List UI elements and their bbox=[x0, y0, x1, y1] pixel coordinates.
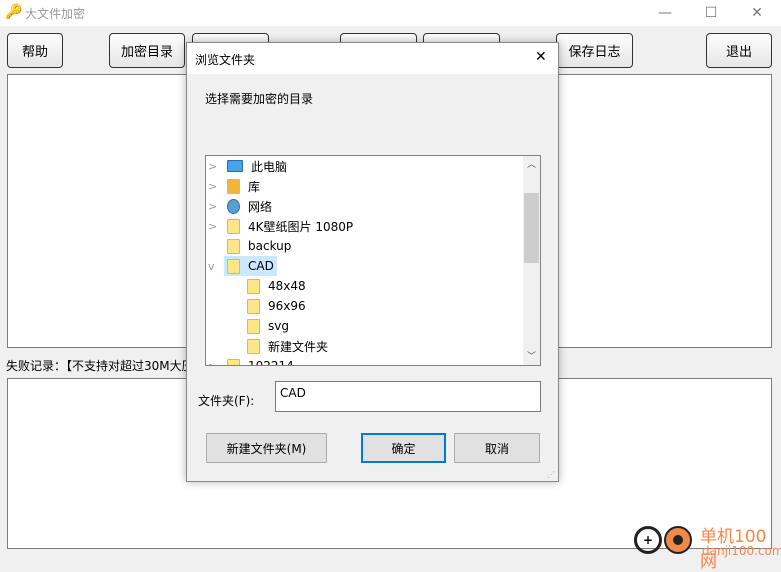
network-icon bbox=[227, 198, 240, 214]
scroll-down-arrow[interactable]: ﹀ bbox=[527, 349, 536, 362]
tree-item-label: 网络 bbox=[248, 199, 273, 214]
folder-icon bbox=[247, 338, 260, 354]
tree-item-label: backup bbox=[248, 239, 292, 253]
encrypt-directory-button[interactable]: 加密目录 bbox=[109, 33, 185, 68]
tree-item-label: CAD bbox=[248, 259, 274, 273]
chevron-right-icon[interactable]: > bbox=[208, 180, 218, 193]
tree-scrollbar[interactable]: ︿ ﹀ bbox=[523, 156, 540, 365]
folder-label: 文件夹(F): bbox=[198, 394, 255, 408]
cancel-button[interactable]: 取消 bbox=[454, 433, 540, 463]
close-button[interactable]: ✕ bbox=[734, 0, 780, 26]
tree-item[interactable]: 96x96 bbox=[206, 296, 524, 316]
tree-item[interactable]: 48x48 bbox=[206, 276, 524, 296]
new-folder-button[interactable]: 新建文件夹(M) bbox=[206, 433, 327, 463]
folder-tree[interactable]: ︿ ﹀ > 此电脑 > 库 > 网络 >4K壁纸图片 1080P backup v CAD 48x4… bbox=[205, 155, 541, 366]
folder-icon bbox=[227, 258, 240, 274]
watermark-url: danji100.com bbox=[702, 544, 781, 558]
tree-item[interactable]: >4K壁纸图片 1080P bbox=[206, 216, 524, 236]
folder-icon bbox=[247, 278, 260, 294]
library-icon bbox=[227, 178, 240, 194]
watermark: + 单机100网 danji100.com bbox=[632, 520, 781, 572]
chevron-right-icon[interactable]: > bbox=[208, 360, 218, 366]
tree-item[interactable]: 新建文件夹 bbox=[206, 336, 524, 356]
chevron-right-icon[interactable]: > bbox=[208, 220, 218, 233]
tree-item[interactable]: > 库 bbox=[206, 176, 524, 196]
folder-icon bbox=[247, 298, 260, 314]
tree-item[interactable]: > 此电脑 bbox=[206, 156, 524, 176]
watermark-disc-icon bbox=[664, 526, 692, 554]
tree-item[interactable]: svg bbox=[206, 316, 524, 336]
save-log-button[interactable]: 保存日志 bbox=[556, 33, 633, 68]
tree-item[interactable]: >102214 bbox=[206, 356, 524, 366]
dialog-close-button[interactable]: ✕ bbox=[535, 49, 547, 65]
tree-item-label: 4K壁纸图片 1080P bbox=[248, 219, 354, 234]
scroll-thumb[interactable] bbox=[524, 193, 539, 263]
app-key-icon: 🔑 bbox=[5, 4, 23, 20]
dialog-prompt: 选择需要加密的目录 bbox=[205, 92, 314, 106]
ok-button[interactable]: 确定 bbox=[361, 433, 446, 463]
tree-item-label: 96x96 bbox=[268, 299, 306, 313]
tree-item-label: 48x48 bbox=[268, 279, 306, 293]
maximize-button[interactable]: ☐ bbox=[688, 0, 734, 26]
scroll-up-arrow[interactable]: ︿ bbox=[527, 157, 536, 170]
tree-item-label: 此电脑 bbox=[251, 159, 288, 174]
folder-icon bbox=[227, 218, 240, 234]
dialog-title: 浏览文件夹 bbox=[195, 53, 256, 67]
chevron-right-icon[interactable]: > bbox=[208, 200, 218, 213]
chevron-right-icon[interactable]: > bbox=[208, 160, 218, 173]
browse-folder-dialog: 浏览文件夹 ✕ 选择需要加密的目录 ︿ ﹀ > 此电脑 > 库 > 网络 >4K壁纸图片 1… bbox=[186, 42, 559, 482]
tree-item-label: 102214 bbox=[248, 359, 294, 366]
tree-item[interactable]: backup bbox=[206, 236, 524, 256]
computer-icon bbox=[227, 160, 243, 172]
title-bar: 🔑 大文件加密 — ☐ ✕ bbox=[0, 0, 781, 26]
exit-button[interactable]: 退出 bbox=[706, 33, 772, 68]
tree-item-label: 新建文件夹 bbox=[268, 339, 329, 354]
dialog-title-bar: 浏览文件夹 ✕ bbox=[187, 43, 558, 74]
fail-record-label: 失败记录：【不支持对超过30M大压 bbox=[6, 359, 194, 373]
tree-item[interactable]: v CAD bbox=[206, 256, 524, 276]
minimize-button[interactable]: — bbox=[642, 0, 688, 26]
chevron-down-icon[interactable]: v bbox=[208, 260, 218, 273]
resize-grip[interactable]: ⋰ bbox=[547, 470, 555, 479]
folder-icon bbox=[247, 318, 260, 334]
tree-item-label: 库 bbox=[248, 179, 261, 194]
folder-icon bbox=[227, 358, 240, 365]
shared-folder-icon bbox=[227, 238, 240, 254]
help-button[interactable]: 帮助 bbox=[7, 33, 63, 68]
tree-item[interactable]: > 网络 bbox=[206, 196, 524, 216]
folder-input[interactable]: CAD bbox=[275, 381, 541, 412]
window-title: 大文件加密 bbox=[25, 7, 86, 21]
watermark-logo-icon: + bbox=[634, 526, 662, 554]
tree-item-label: svg bbox=[268, 319, 289, 333]
